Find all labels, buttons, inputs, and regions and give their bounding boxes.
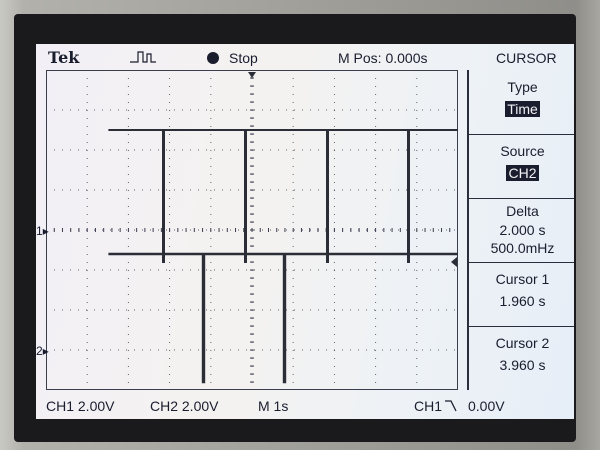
menu-cursor1-label: Cursor 1 (495, 271, 550, 287)
menu-delta-time: 2.000 s (499, 222, 546, 238)
ch1-ground-marker: 1▸ (36, 224, 49, 238)
trigger-level: 0.00V (468, 398, 505, 414)
falling-edge-icon (444, 399, 458, 416)
menu-cursor2-label: Cursor 2 (495, 335, 550, 351)
waveform-area (46, 70, 458, 390)
menu-source-button[interactable]: Source CH2 (469, 134, 574, 199)
trigger-level-marker (451, 257, 457, 267)
brand-logo: Tek (48, 48, 80, 67)
trigger-position-marker (248, 72, 256, 78)
menu-title: CURSOR (496, 50, 557, 66)
menu-delta-frequency: 500.0mHz (490, 240, 555, 256)
ch2-ground-marker: 2▸ (36, 344, 49, 358)
menu-type-label: Type (507, 79, 538, 95)
ch2-trace (108, 252, 458, 384)
status-bar: Tek Stop M Pos: 0.000s CURSOR (36, 44, 574, 68)
menu-cursor2-value: 3.960 s (499, 357, 546, 373)
menu-source-value: CH2 (506, 165, 539, 181)
timebase: M 1s (258, 398, 289, 414)
run-state: Stop (229, 50, 258, 66)
lcd-display: Tek Stop M Pos: 0.000s CURSOR 1▸ 2▸ Type… (36, 44, 574, 419)
menu-cursor1-button[interactable]: Cursor 1 1.960 s (469, 262, 574, 327)
horizontal-position: M Pos: 0.000s (338, 50, 428, 66)
menu-type-value: Time (505, 101, 540, 117)
trigger-source: CH1 (414, 398, 443, 414)
ch1-scale: CH1 2.00V (46, 398, 115, 414)
menu-type-button[interactable]: Type Time (469, 70, 574, 135)
ch1-trace (108, 129, 458, 263)
menu-cursor1-value: 1.960 s (499, 293, 546, 309)
menu-source-label: Source (500, 143, 545, 159)
ch2-scale: CH2 2.00V (150, 398, 219, 414)
cursor-menu: Type Time Source CH2 Delta 2.000 s 500.0… (467, 70, 574, 390)
run-state-icon (207, 52, 219, 64)
menu-cursor2-button[interactable]: Cursor 2 3.960 s (469, 326, 574, 390)
scale-bar: CH1 2.00V CH2 2.00V M 1s CH1 0.00V (36, 396, 574, 418)
screen-frame: Tek Stop M Pos: 0.000s CURSOR 1▸ 2▸ Type… (14, 14, 576, 442)
menu-delta-readout: Delta 2.000 s 500.0mHz (469, 198, 574, 263)
graticule (46, 70, 458, 390)
menu-delta-label: Delta (506, 203, 539, 219)
trigger-pulse-icon (130, 50, 156, 67)
